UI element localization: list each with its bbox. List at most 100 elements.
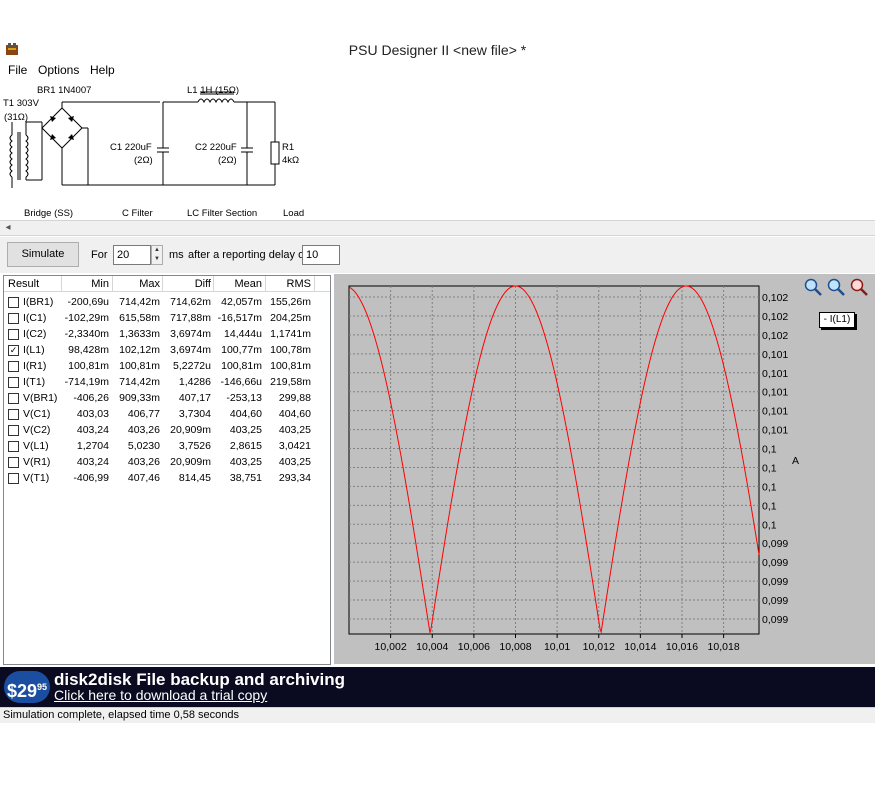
x-tick-label: 10,01 [544,641,570,653]
menu-file[interactable]: File [8,63,27,77]
table-row[interactable]: V(L1) 1,2704 5,0230 3,7526 2,8615 3,0421 [4,438,330,454]
result-rms: 219,58m [270,376,311,388]
zoom-fit-icon[interactable] [826,277,846,297]
result-max: 909,33m [119,392,160,404]
result-max: 714,42m [119,296,160,308]
table-row[interactable]: I(R1) 100,81m 100,81m 5,2272u 100,81m 100,81m [4,358,330,374]
col-diff[interactable]: Diff [164,278,211,290]
result-diff: 3,7526 [178,440,211,452]
col-result[interactable]: Result [8,278,39,290]
col-max[interactable]: Max [114,278,160,290]
result-name: V(L1) [23,440,49,452]
col-min[interactable]: Min [64,278,109,290]
table-row[interactable]: V(R1) 403,24 403,26 20,909m 403,25 403,25 [4,454,330,470]
result-name: I(R1) [23,360,47,372]
menu-help[interactable]: Help [90,63,115,77]
result-min: -2,3340m [64,328,109,340]
circuit-schematic[interactable]: BR1 1N4007 T1 303V (31Ω) L1 1H (15Ω) C1 … [0,80,875,220]
result-checkbox[interactable] [8,457,19,468]
result-checkbox[interactable] [8,377,19,388]
y-tick-label: 0,1 [762,444,777,456]
result-name: V(R1) [23,456,51,468]
result-min: 98,428m [68,344,109,356]
result-checkbox[interactable] [8,473,19,484]
duration-spinner[interactable]: ▲ ▼ [151,245,163,265]
col-rms[interactable]: RMS [267,278,311,290]
scroll-left-icon[interactable]: ◂ [0,221,16,235]
table-row[interactable]: V(C2) 403,24 403,26 20,909m 403,25 403,25 [4,422,330,438]
result-mean: 14,444u [224,328,262,340]
result-rms: 299,88 [278,392,311,404]
c1-label: C1 220uF [110,142,152,153]
results-header: Result Min Max Diff Mean RMS [4,276,330,292]
result-name: I(L1) [23,344,45,356]
table-row[interactable]: I(T1) -714,19m 714,42m 1,4286 -146,66u 219,58… [4,374,330,390]
x-tick-label: 10,008 [499,641,531,653]
schematic-scrollbar[interactable]: ◂ [0,220,875,236]
result-diff: 3,6974m [170,344,211,356]
result-min: 403,24 [76,456,109,468]
result-mean: 2,8615 [229,440,262,452]
for-label: For [91,249,108,261]
c2-label: C2 220uF [195,142,237,153]
result-checkbox[interactable] [8,361,19,372]
zoom-in-icon[interactable] [803,277,823,297]
result-checkbox[interactable] [8,329,19,340]
c2-res-label: (2Ω) [218,155,237,166]
ad-banner[interactable]: $2995 disk2disk File backup and archivin… [0,667,875,707]
menu-bar: File Options Help [0,62,875,80]
plot-panel: - I(L1) 0,102 0,102 0,102 0,101 0,101 0,101 0,… [334,274,875,664]
result-checkbox[interactable] [8,441,19,452]
result-checkbox[interactable] [8,409,19,420]
table-row[interactable]: ✓ I(L1) 98,428m 102,12m 3,6974m 100,77m 100,78… [4,342,330,358]
result-mean: 403,25 [229,456,262,468]
result-checkbox[interactable] [8,393,19,404]
plot-legend[interactable]: - I(L1) [819,312,855,328]
y-tick-label: 0,102 [762,311,788,323]
result-rms: 1,1741m [270,328,311,340]
result-rms: 100,81m [270,360,311,372]
y-tick-label: 0,099 [762,595,788,607]
table-row[interactable]: V(BR1) -406,26 909,33m 407,17 -253,13 299,88 [4,390,330,406]
result-checkbox[interactable] [8,313,19,324]
delay-input[interactable]: 10 [302,245,340,265]
table-row[interactable]: I(C1) -102,29m 615,58m 717,88m -16,517m 204,2… [4,310,330,326]
result-name: V(T1) [23,472,50,484]
y-tick-label: 0,101 [762,368,788,380]
result-diff: 814,45 [178,472,211,484]
r1-value: 4kΩ [282,155,299,166]
simulate-button[interactable]: Simulate [7,242,79,267]
y-tick-label: 0,1 [762,500,777,512]
banner-download-link[interactable]: Click here to download a trial copy [54,687,267,703]
y-tick-label: 0,101 [762,349,788,361]
x-tick-label: 10,016 [666,641,698,653]
duration-input[interactable]: 20 [113,245,151,265]
spin-down-icon[interactable]: ▼ [152,255,162,264]
section-c-filter: C Filter [122,208,153,219]
result-diff: 714,62m [170,296,211,308]
result-name: I(BR1) [23,296,54,308]
table-row[interactable]: V(T1) -406,99 407,46 814,45 38,751 293,34 [4,470,330,486]
result-name: V(C2) [23,424,51,436]
result-max: 403,26 [127,424,160,436]
menu-options[interactable]: Options [38,63,79,77]
result-checkbox[interactable] [8,297,19,308]
price-badge: $2995 [4,671,50,703]
result-name: V(BR1) [23,392,58,404]
result-mean: 100,77m [221,344,262,356]
y-axis-unit-label: A [792,455,799,467]
result-mean: 100,81m [221,360,262,372]
spin-up-icon[interactable]: ▲ [152,246,162,255]
result-min: 100,81m [68,360,109,372]
result-checkbox[interactable]: ✓ [8,345,19,356]
result-checkbox[interactable] [8,425,19,436]
table-row[interactable]: I(C2) -2,3340m 1,3633m 3,6974m 14,444u 1,1741… [4,326,330,342]
title-bar: PSU Designer II <new file> * [0,38,875,62]
result-max: 102,12m [119,344,160,356]
col-mean[interactable]: Mean [215,278,262,290]
zoom-out-icon[interactable] [849,277,869,297]
result-mean: -253,13 [226,392,262,404]
table-row[interactable]: V(C1) 403,03 406,77 3,7304 404,60 404,60 [4,406,330,422]
table-row[interactable]: I(BR1) -200,69u 714,42m 714,62m 42,057m 155,2… [4,294,330,310]
result-max: 5,0230 [127,440,160,452]
